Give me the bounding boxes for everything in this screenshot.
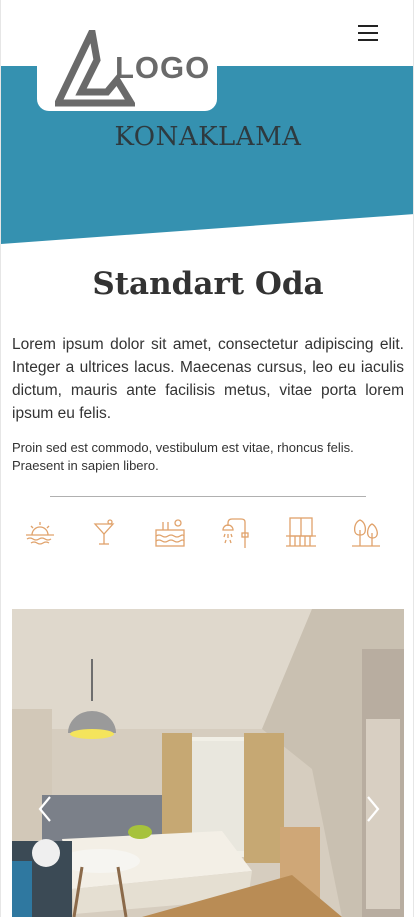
gallery-next-button[interactable] [360, 794, 384, 824]
room-title: Standart Oda [92, 266, 324, 302]
chevron-right-icon [367, 796, 380, 822]
shower-icon [219, 516, 253, 550]
room-photo-gallery[interactable] [12, 609, 404, 917]
room-description-secondary: Proin sed est commodo, vestibulum est vi… [12, 440, 354, 473]
page-frame: KONAKLAMA LOGO Standart Oda Lorem ipsum … [0, 0, 414, 917]
garden-trees-icon [349, 516, 383, 550]
hotel-room-photo [12, 609, 404, 917]
logo[interactable]: LOGO [37, 30, 217, 111]
room-description-primary: Lorem ipsum dolor sit amet, consectetur … [12, 336, 404, 422]
sunset-sea-view-icon [23, 516, 57, 550]
pool-icon [153, 516, 187, 550]
hero-title: KONAKLAMA [114, 122, 302, 152]
cocktail-glass-icon [87, 516, 121, 550]
hamburger-menu-icon[interactable] [358, 25, 380, 43]
amenities-row [1, 516, 413, 556]
gallery-prev-button[interactable] [34, 794, 58, 824]
logo-text: LOGO [115, 50, 211, 85]
chevron-left-icon [38, 796, 51, 822]
balcony-icon [284, 516, 318, 550]
section-divider [50, 496, 366, 497]
